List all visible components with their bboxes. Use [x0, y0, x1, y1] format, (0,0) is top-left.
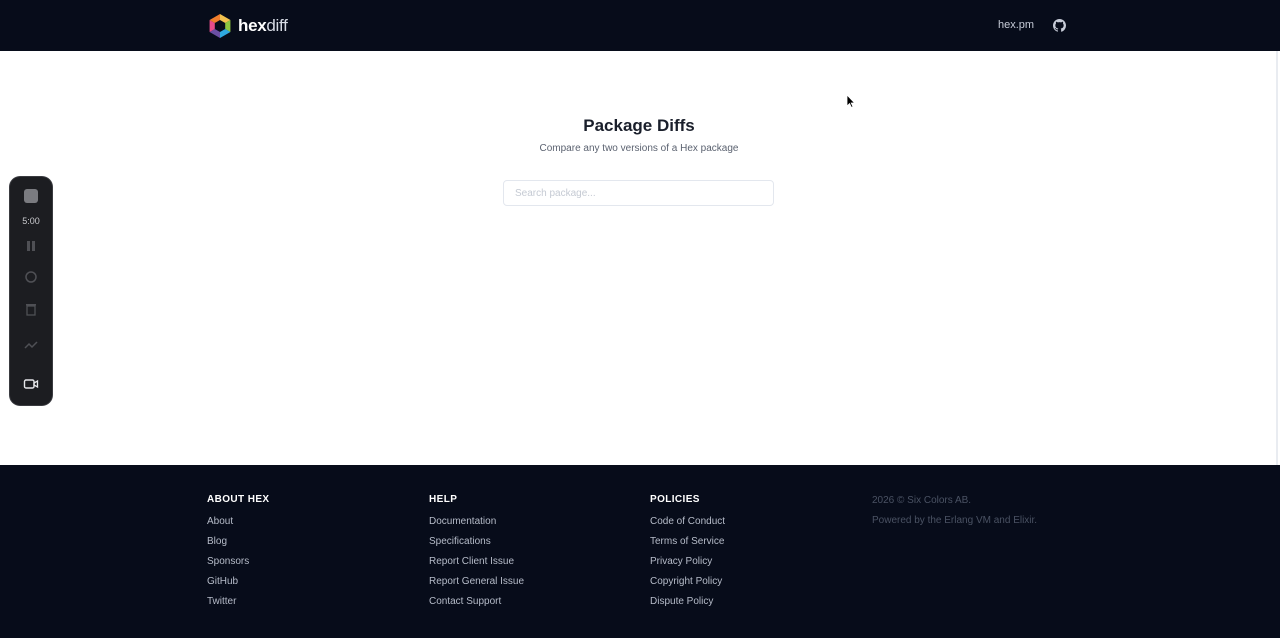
github-icon[interactable]: [1053, 19, 1067, 32]
footer-link-report-general-issue[interactable]: Report General Issue: [429, 576, 524, 588]
footer-link-twitter[interactable]: Twitter: [207, 596, 270, 608]
camera-icon[interactable]: [23, 377, 39, 391]
footer-copyright: 2026 © Six Colors AB. Powered by the Erl…: [872, 495, 1037, 535]
footer-heading: ABOUT HEX: [207, 494, 270, 505]
powered-by-text: Powered by the Erlang VM and Elixir.: [872, 515, 1038, 526]
main-content: Package Diffs Compare any two versions o…: [0, 51, 1278, 465]
footer-link-dispute-policy[interactable]: Dispute Policy: [650, 596, 725, 608]
footer-column-policies: POLICIES Code of Conduct Terms of Servic…: [650, 494, 725, 616]
footer-heading: HELP: [429, 494, 458, 505]
footer-link-specifications[interactable]: Specifications: [429, 536, 524, 548]
footer-link-report-client-issue[interactable]: Report Client Issue: [429, 556, 524, 568]
footer-link-about[interactable]: About: [207, 516, 270, 528]
footer-link-blog[interactable]: Blog: [207, 536, 270, 548]
stop-icon[interactable]: [24, 189, 38, 203]
footer-link-code-of-conduct[interactable]: Code of Conduct: [650, 516, 725, 528]
page-subtitle: Compare any two versions of a Hex packag…: [539, 143, 739, 154]
package-search-input[interactable]: [503, 180, 774, 206]
recording-timer: 5:00: [22, 216, 40, 226]
footer-link-copyright-policy[interactable]: Copyright Policy: [650, 576, 725, 588]
logo-text: hexdiff: [238, 16, 288, 35]
footer-link-contact-support[interactable]: Contact Support: [429, 596, 524, 608]
footer-link-sponsors[interactable]: Sponsors: [207, 556, 270, 568]
copyright-text: 2026 © Six Colors AB.: [872, 495, 972, 506]
hexpm-link[interactable]: hex.pm: [998, 19, 1034, 31]
footer-column-help: HELP Documentation Specifications Report…: [429, 494, 524, 616]
top-navbar: hexdiff hex.pm: [0, 0, 1280, 51]
hexdiff-logo[interactable]: hexdiff: [207, 13, 288, 39]
footer-link-github[interactable]: GitHub: [207, 576, 270, 588]
footer-heading: POLICIES: [650, 494, 700, 505]
draw-icon[interactable]: [23, 338, 39, 354]
trash-icon[interactable]: [23, 301, 39, 317]
screen-recorder-panel: 5:00: [10, 177, 52, 405]
pause-icon[interactable]: [23, 238, 39, 254]
footer-link-documentation[interactable]: Documentation: [429, 516, 524, 528]
restart-icon[interactable]: [23, 269, 39, 285]
mouse-cursor-icon: [846, 94, 856, 108]
page-title: Package Diffs: [583, 116, 695, 135]
footer-link-terms-of-service[interactable]: Terms of Service: [650, 536, 725, 548]
footer-link-privacy-policy[interactable]: Privacy Policy: [650, 556, 725, 568]
site-footer: ABOUT HEX About Blog Sponsors GitHub Twi…: [0, 465, 1280, 638]
footer-column-about-hex: ABOUT HEX About Blog Sponsors GitHub Twi…: [207, 494, 270, 616]
hex-logo-icon: [209, 14, 231, 38]
